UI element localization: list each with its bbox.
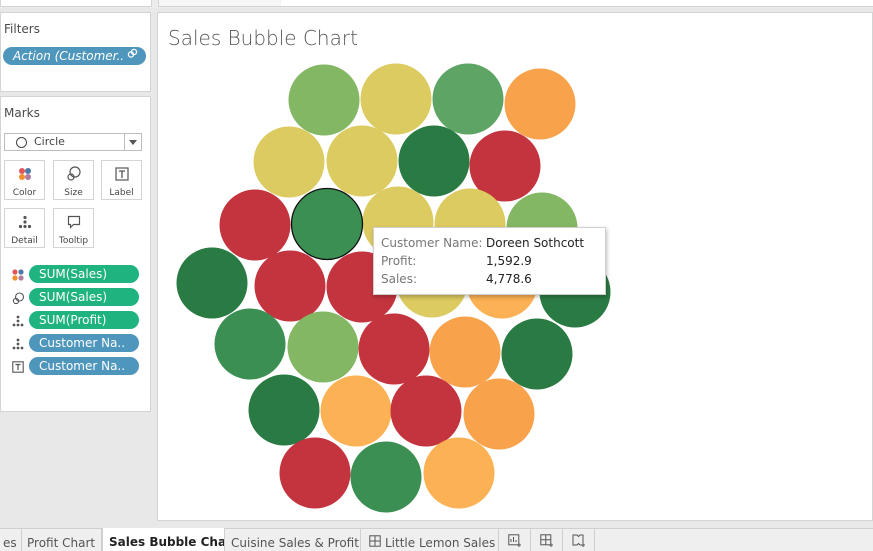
shelf-pill-size[interactable]: SUM(Sales)	[29, 288, 139, 306]
sheet-tab[interactable]: Cuisine Sales & Profit	[225, 529, 361, 551]
color-button-label: Color	[12, 188, 37, 198]
bubble[interactable]	[320, 375, 392, 447]
bubble[interactable]	[219, 189, 291, 261]
sheet-tab-label: Sales Bubble Chart	[109, 535, 225, 549]
mark-type-label: Circle	[34, 135, 65, 148]
size-icon	[54, 166, 93, 182]
new-dashboard-button[interactable]	[531, 529, 563, 551]
tooltip-button[interactable]: Tooltip	[53, 208, 94, 248]
bubble[interactable]	[288, 64, 360, 136]
bubble[interactable]	[214, 308, 286, 380]
sheet-tab-label: es	[3, 536, 17, 550]
detail-icon	[11, 314, 25, 328]
top-strip-segment	[0, 0, 152, 7]
tooltip-value: Doreen Sothcott	[486, 236, 585, 250]
new-worksheet-button[interactable]	[499, 529, 531, 551]
shelf-pill-detail-profit[interactable]: SUM(Profit)	[29, 311, 139, 329]
label-icon	[11, 360, 25, 374]
top-strip-segment	[158, 0, 282, 7]
shelf-pill-label: SUM(Profit)	[39, 313, 107, 327]
marks-title: Marks	[4, 106, 40, 120]
shelf-pill-label: Customer Na..	[39, 359, 126, 373]
sheet-tab-bar: es Profit Chart Sales Bubble Chart Cuisi…	[0, 528, 873, 551]
label-button-label: Label	[109, 188, 134, 198]
tooltip-key: Profit:	[381, 254, 417, 268]
marks-card: Marks Circle Color Size Label Detail Too…	[0, 96, 151, 412]
filter-pill-label: Action (Customer..	[13, 49, 125, 63]
bubble[interactable]	[287, 311, 359, 383]
label-icon	[102, 166, 141, 182]
bubble[interactable]	[350, 441, 422, 513]
new-dashboard-icon	[540, 534, 554, 550]
tooltip-value: 4,778.6	[486, 272, 532, 286]
speech-bubble-icon	[54, 214, 93, 230]
bubble[interactable]	[326, 125, 398, 197]
sheet-tab[interactable]: es	[0, 529, 22, 551]
bubble-highlighted[interactable]	[290, 187, 364, 261]
filters-title: Filters	[4, 22, 40, 36]
color-icon	[5, 166, 44, 182]
sheet-tab-label: Profit Chart	[27, 536, 96, 550]
tooltip-key: Sales:	[381, 272, 417, 286]
size-icon	[11, 291, 25, 305]
detail-icon	[5, 214, 44, 230]
tooltip-button-label: Tooltip	[58, 236, 89, 246]
link-icon	[127, 47, 138, 65]
tooltip: Customer Name: Doreen Sothcott Profit: 1…	[373, 227, 606, 295]
circle-icon	[16, 137, 27, 148]
shelf-pill-label-customer[interactable]: Customer Na..	[29, 357, 139, 375]
dashboard-tab[interactable]: Little Lemon Sales	[361, 529, 499, 551]
bubble[interactable]	[253, 126, 325, 198]
detail-button-label: Detail	[11, 236, 38, 246]
sheet-tab-label: Little Lemon Sales	[385, 536, 496, 550]
detail-button[interactable]: Detail	[4, 208, 45, 248]
mark-type-dropdown[interactable]: Circle	[4, 133, 142, 151]
bubble[interactable]	[504, 68, 576, 140]
bubble[interactable]	[358, 313, 430, 385]
filter-pill-action[interactable]: Action (Customer..	[3, 47, 146, 65]
shelf-pill-label: Customer Na..	[39, 336, 126, 350]
bubble[interactable]	[501, 318, 573, 390]
chevron-down-icon[interactable]	[124, 134, 141, 150]
color-icon	[11, 268, 25, 282]
size-button[interactable]: Size	[53, 160, 94, 200]
new-worksheet-icon	[508, 534, 522, 550]
shelf-pill-color[interactable]: SUM(Sales)	[29, 265, 139, 283]
sheet-tab-active[interactable]: Sales Bubble Chart	[102, 528, 225, 551]
shelf-pill-label: SUM(Sales)	[39, 290, 108, 304]
color-button[interactable]: Color	[4, 160, 45, 200]
top-strip	[0, 0, 873, 8]
bubble[interactable]	[248, 374, 320, 446]
sheet-tab[interactable]: Profit Chart	[22, 529, 102, 551]
size-button-label: Size	[64, 188, 83, 198]
bubble[interactable]	[279, 437, 351, 509]
new-story-button[interactable]	[563, 529, 595, 551]
new-story-icon	[572, 534, 586, 550]
chart-view: Sales Bubble Chart Customer Name: Doreen…	[157, 12, 873, 521]
bubble[interactable]	[429, 316, 501, 388]
bubble[interactable]	[398, 125, 470, 197]
bubble[interactable]	[432, 63, 504, 135]
bubble[interactable]	[360, 63, 432, 135]
tooltip-value: 1,592.9	[486, 254, 532, 268]
tooltip-key: Customer Name:	[381, 236, 483, 250]
top-strip-segment	[281, 0, 873, 7]
bubble[interactable]	[176, 247, 248, 319]
shelf-pill-detail-customer[interactable]: Customer Na..	[29, 334, 139, 352]
bubble[interactable]	[463, 378, 535, 450]
bubble[interactable]	[254, 250, 326, 322]
bubble[interactable]	[390, 375, 462, 447]
shelf-pill-label: SUM(Sales)	[39, 267, 108, 281]
label-button[interactable]: Label	[101, 160, 142, 200]
bubble[interactable]	[423, 437, 495, 509]
dashboard-icon	[369, 529, 381, 551]
sheet-tab-label: Cuisine Sales & Profit	[231, 536, 359, 550]
detail-icon	[11, 337, 25, 351]
filters-card: Filters Action (Customer..	[0, 12, 151, 92]
